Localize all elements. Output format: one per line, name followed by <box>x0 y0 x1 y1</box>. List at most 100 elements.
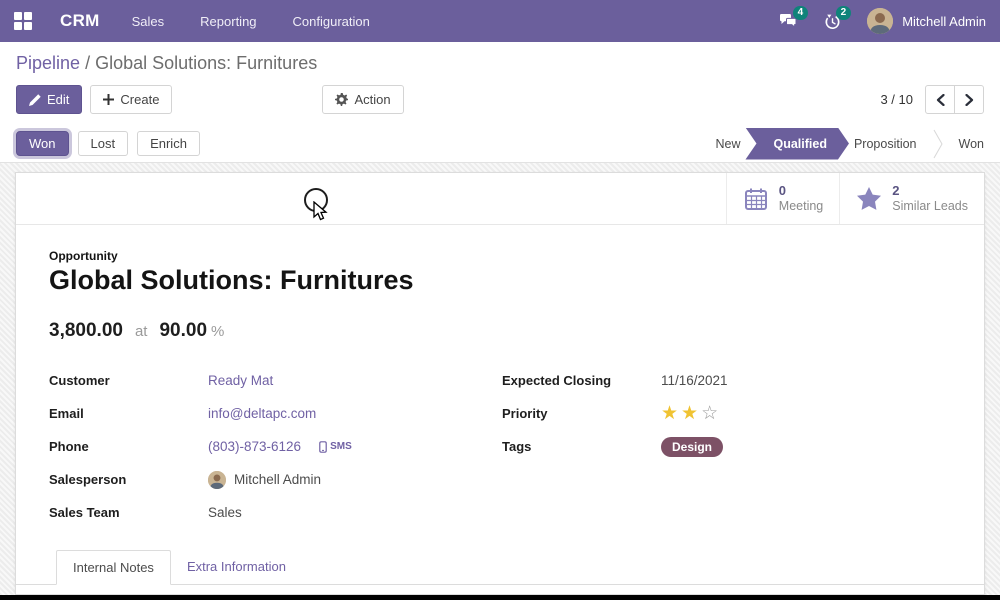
plus-icon <box>103 94 114 105</box>
phone-label: Phone <box>49 439 208 454</box>
salesperson-field: Salesperson Mitchell Admin <box>49 463 502 496</box>
user-avatar <box>867 8 893 34</box>
tab-internal-notes[interactable]: Internal Notes <box>56 550 171 585</box>
stage-won[interactable]: Won <box>943 128 1000 160</box>
menu-sales[interactable]: Sales <box>132 14 165 29</box>
pencil-icon <box>29 94 41 106</box>
apps-menu-icon[interactable] <box>14 12 32 30</box>
stage-qualified[interactable]: Qualified <box>745 128 848 160</box>
stage-proposition[interactable]: Proposition <box>838 128 933 160</box>
record-type-label: Opportunity <box>49 249 951 263</box>
gear-icon <box>335 93 348 106</box>
meeting-label: Meeting <box>779 199 823 214</box>
field-column-left: Customer Ready Mat Email info@deltapc.co… <box>49 364 502 529</box>
sales-team-field: Sales Team Sales <box>49 496 502 529</box>
pager-buttons <box>925 85 984 114</box>
menu-reporting[interactable]: Reporting <box>200 14 256 29</box>
create-button[interactable]: Create <box>90 85 172 114</box>
tags-label: Tags <box>502 439 661 454</box>
stat-button-row: 0 Meeting 2 Similar Leads <box>16 173 984 225</box>
similar-leads-count: 2 <box>892 183 968 199</box>
edit-create-group: Edit Create <box>16 85 172 114</box>
email-field: Email info@deltapc.com <box>49 397 502 430</box>
meeting-stat-button[interactable]: 0 Meeting <box>726 173 839 224</box>
won-button[interactable]: Won <box>16 131 69 156</box>
expected-closing-value: 11/16/2021 <box>661 373 728 388</box>
actions-row: Edit Create Action 3 / 10 <box>0 77 1000 125</box>
sales-team-link[interactable]: Sales <box>208 505 242 520</box>
field-grid: Customer Ready Mat Email info@deltapc.co… <box>49 364 951 529</box>
star-filled-icon[interactable]: ★ <box>681 404 698 423</box>
next-record-button[interactable] <box>954 85 984 114</box>
tab-extra-information[interactable]: Extra Information <box>171 550 302 584</box>
expected-closing-field: Expected Closing 11/16/2021 <box>502 364 951 397</box>
sales-team-label: Sales Team <box>49 505 208 520</box>
edit-button[interactable]: Edit <box>16 85 82 114</box>
pager: 3 / 10 <box>880 85 984 114</box>
sms-button[interactable]: SMS <box>319 441 352 453</box>
navbar-right: 4 2 Mitchell Admin <box>779 8 986 34</box>
star-empty-icon[interactable]: ☆ <box>701 404 718 423</box>
stage-pipeline: New Qualified Proposition Won <box>699 128 1000 160</box>
priority-field: Priority ★★☆ <box>502 397 951 430</box>
tag-design: Design <box>661 437 723 457</box>
priority-stars: ★★☆ <box>661 404 718 423</box>
salesperson-label: Salesperson <box>49 472 208 487</box>
expected-revenue-row: 3,800.00 at 90.00 % <box>49 320 951 342</box>
pager-counter[interactable]: 3 / 10 <box>880 92 913 107</box>
breadcrumb-pipeline-link[interactable]: Pipeline <box>16 53 80 73</box>
similar-leads-label: Similar Leads <box>892 199 968 214</box>
status-buttons: Won Lost Enrich <box>16 131 200 156</box>
star-filled-icon[interactable]: ★ <box>661 404 678 423</box>
user-name: Mitchell Admin <box>902 14 986 29</box>
salesperson-link[interactable]: Mitchell Admin <box>234 472 321 487</box>
customer-field: Customer Ready Mat <box>49 364 502 397</box>
email-label: Email <box>49 406 208 421</box>
calendar-icon <box>743 186 769 212</box>
similar-leads-stat-button[interactable]: 2 Similar Leads <box>839 173 984 224</box>
activities-badge: 2 <box>836 6 852 20</box>
lost-button[interactable]: Lost <box>78 131 129 156</box>
at-label: at <box>135 323 148 340</box>
messages-icon[interactable]: 4 <box>779 13 798 29</box>
probability-value: 90.00 <box>159 320 207 342</box>
opportunity-form-card: 0 Meeting 2 Similar Leads Opportunity <box>15 172 985 595</box>
app-brand[interactable]: CRM <box>60 11 100 31</box>
top-navbar: CRM Sales Reporting Configuration 4 2 <box>0 0 1000 42</box>
expected-revenue: 3,800.00 <box>49 320 123 342</box>
breadcrumb-current: Global Solutions: Furnitures <box>95 53 317 73</box>
workspace-background: 0 Meeting 2 Similar Leads Opportunity <box>0 163 1000 595</box>
mobile-phone-icon <box>319 441 327 453</box>
phone-field: Phone (803)-873-6126 SMS <box>49 430 502 463</box>
menu-configuration[interactable]: Configuration <box>293 14 370 29</box>
similar-leads-stat-text: 2 Similar Leads <box>892 183 968 214</box>
star-stat-icon <box>856 186 882 211</box>
control-panel: Pipeline / Global Solutions: Furnitures … <box>0 42 1000 163</box>
chevron-left-icon <box>936 94 945 106</box>
previous-record-button[interactable] <box>925 85 955 114</box>
customer-link[interactable]: Ready Mat <box>208 373 273 388</box>
salesperson-avatar <box>208 471 226 489</box>
phone-link[interactable]: (803)-873-6126 <box>208 439 301 454</box>
crm-app-window: CRM Sales Reporting Configuration 4 2 <box>0 0 1000 600</box>
breadcrumb-separator: / <box>85 53 95 73</box>
enrich-button[interactable]: Enrich <box>137 131 200 156</box>
statusbar: Won Lost Enrich New Qualified Propositio… <box>0 125 1000 163</box>
percent-sign: % <box>211 323 224 340</box>
user-menu[interactable]: Mitchell Admin <box>867 8 986 34</box>
email-link[interactable]: info@deltapc.com <box>208 406 316 421</box>
meeting-count: 0 <box>779 183 823 199</box>
expected-closing-label: Expected Closing <box>502 373 661 388</box>
notebook-tabs: Internal Notes Extra Information <box>16 550 984 585</box>
messages-badge: 4 <box>793 6 809 20</box>
breadcrumb: Pipeline / Global Solutions: Furnitures <box>0 42 1000 77</box>
meeting-stat-text: 0 Meeting <box>779 183 823 214</box>
opportunity-title: Global Solutions: Furnitures <box>49 265 951 296</box>
chevron-right-icon <box>965 94 974 106</box>
priority-label: Priority <box>502 406 661 421</box>
action-button[interactable]: Action <box>322 85 403 114</box>
activities-icon[interactable]: 2 <box>824 13 841 30</box>
stage-new[interactable]: New <box>699 128 756 160</box>
customer-label: Customer <box>49 373 208 388</box>
form-sheet: Opportunity Global Solutions: Furnitures… <box>16 225 984 529</box>
